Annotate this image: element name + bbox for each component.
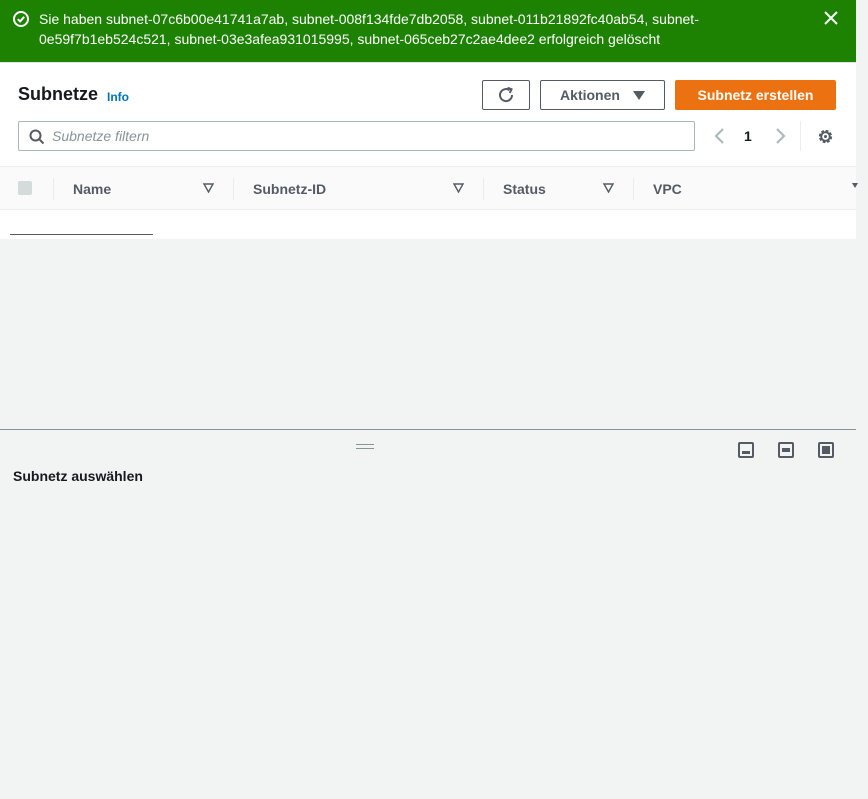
close-icon[interactable] — [822, 9, 840, 27]
chevron-left-icon[interactable] — [713, 127, 727, 145]
column-separator — [633, 178, 634, 200]
gear-icon[interactable] — [816, 127, 835, 146]
caret-down-icon — [632, 90, 645, 100]
refresh-button[interactable] — [482, 80, 530, 110]
panel-bottom-medium-icon[interactable] — [778, 442, 794, 458]
column-separator — [233, 178, 234, 200]
chevron-right-icon[interactable] — [773, 127, 787, 145]
panel-bottom-small-icon[interactable] — [738, 442, 754, 458]
column-header-name[interactable]: Name — [73, 181, 111, 197]
panel-bottom-large-icon[interactable] — [818, 442, 834, 458]
check-circle-icon — [13, 11, 29, 27]
column-separator — [483, 178, 484, 200]
select-all-checkbox[interactable] — [18, 181, 32, 195]
refresh-icon — [499, 86, 514, 103]
loading-indicator — [10, 234, 153, 235]
actions-label: Aktionen — [560, 87, 620, 103]
actions-button[interactable]: Aktionen — [540, 80, 665, 110]
details-placeholder: Subnetz auswählen — [13, 468, 143, 484]
search-input[interactable] — [52, 126, 672, 146]
toolbar-divider — [800, 121, 801, 151]
split-panel-divider — [0, 429, 856, 430]
create-subnet-button[interactable]: Subnetz erstellen — [675, 80, 836, 110]
sort-icon[interactable] — [603, 183, 614, 193]
column-header-vpc[interactable]: VPC — [653, 181, 682, 197]
subnets-table-panel: Subnetze Info Aktionen Subnetz erstellen… — [0, 62, 858, 239]
search-box — [18, 121, 695, 151]
page-title: Subnetze — [18, 84, 99, 104]
table-header: Name Subnetz-ID Status VPC — [0, 166, 856, 210]
sort-icon[interactable] — [203, 183, 214, 193]
column-header-subnet-id[interactable]: Subnetz-ID — [253, 181, 326, 197]
page-number[interactable]: 1 — [744, 128, 752, 144]
flash-message: Sie haben subnet-07c6b00e41741a7ab, subn… — [39, 11, 699, 47]
column-header-status[interactable]: Status — [503, 181, 546, 197]
info-link[interactable]: Info — [107, 90, 129, 104]
resize-handle-icon[interactable] — [356, 444, 374, 450]
column-separator — [53, 178, 54, 200]
sort-icon[interactable] — [453, 183, 464, 193]
scroll-indicator[interactable] — [852, 183, 858, 188]
table-empty-area — [0, 239, 856, 429]
success-flash-banner: Sie haben subnet-07c6b00e41741a7ab, subn… — [0, 0, 856, 62]
search-icon — [29, 129, 45, 145]
